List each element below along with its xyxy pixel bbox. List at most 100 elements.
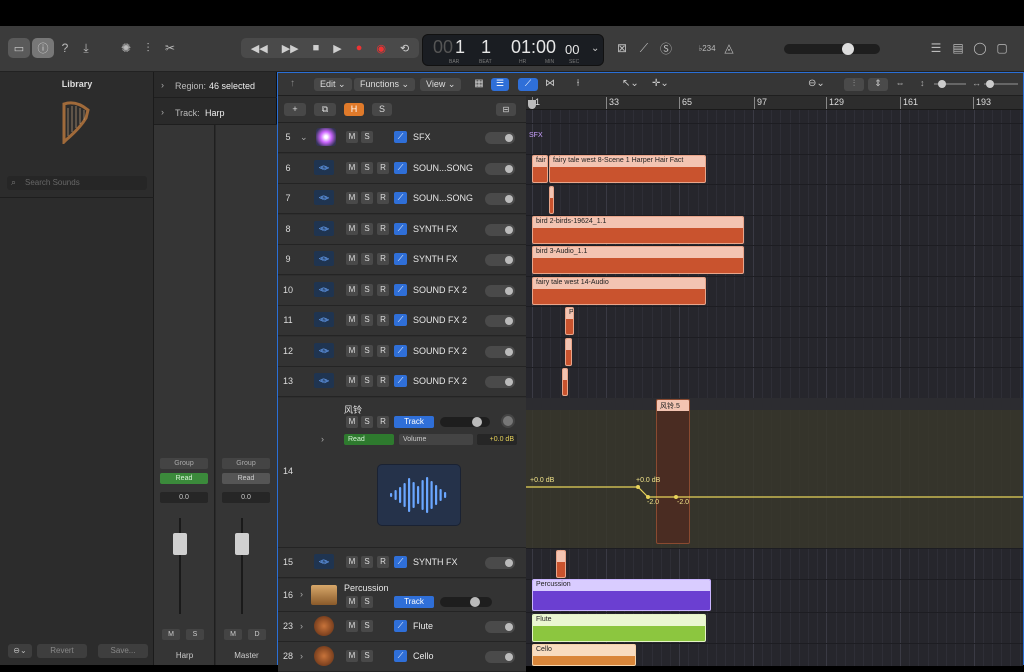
- play-icon[interactable]: ▶: [333, 42, 341, 55]
- mute-button[interactable]: M: [346, 314, 358, 326]
- track-header[interactable]: 16 › Percussion M S Track: [278, 578, 526, 612]
- mute-button[interactable]: M: [346, 192, 358, 204]
- solo-button[interactable]: S: [186, 629, 204, 640]
- track-on-off-toggle[interactable]: [485, 254, 515, 266]
- solo-button[interactable]: S: [361, 314, 373, 326]
- catch-icon[interactable]: ⍿: [568, 78, 588, 91]
- ruler[interactable]: 1 33 65 97 129 161 193: [526, 96, 1023, 110]
- track-header[interactable]: 13 ⫷⫸ M S R ⟋ SOUND FX 2: [278, 367, 526, 397]
- track-button[interactable]: Track: [394, 415, 434, 428]
- record-enable-button[interactable]: R: [377, 415, 389, 428]
- search-field[interactable]: ⌕ Search Sounds: [7, 176, 147, 190]
- horizontal-fit-icon[interactable]: ⇔: [890, 78, 910, 91]
- track-header[interactable]: 8 ⫷⫸ M S R ⟋ SYNTH FX: [278, 214, 526, 245]
- chevron-right-icon[interactable]: ›: [300, 621, 303, 631]
- mute-button[interactable]: M: [346, 415, 358, 428]
- slider-knob[interactable]: [986, 80, 994, 88]
- group-button[interactable]: Group: [160, 458, 208, 469]
- library-toggle-button[interactable]: ▭: [8, 38, 30, 58]
- solo-button[interactable]: S: [361, 344, 373, 357]
- playhead-marker[interactable]: [528, 100, 536, 109]
- track-on-off-toggle[interactable]: [485, 223, 515, 236]
- waveform-zoom-icon[interactable]: ⫶: [844, 78, 864, 91]
- automation-point[interactable]: [636, 485, 640, 489]
- track-button[interactable]: Track: [394, 595, 434, 608]
- solo-icon[interactable]: Ⓢ: [656, 39, 676, 57]
- record-icon[interactable]: ●: [356, 42, 363, 54]
- revert-button[interactable]: Revert: [37, 644, 87, 658]
- solo-button[interactable]: S: [361, 415, 373, 428]
- duplicate-track-icon[interactable]: ⧉: [314, 103, 336, 116]
- automation-toggle-icon[interactable]: ⟋: [394, 344, 407, 357]
- chevron-right-icon[interactable]: ›: [300, 651, 303, 661]
- help-icon[interactable]: ?: [55, 39, 75, 57]
- volume-value[interactable]: 0.0: [160, 492, 208, 503]
- inspector-toggle-button[interactable]: ⓘ: [32, 38, 54, 58]
- mute-button[interactable]: M: [346, 595, 358, 608]
- volume-fader-knob[interactable]: [235, 533, 249, 555]
- mute-button[interactable]: M: [346, 555, 358, 568]
- solo-button[interactable]: S: [361, 222, 373, 235]
- track-header[interactable]: 6 ⫷⫸ M S R ⟋ SOUN...SONG: [278, 153, 526, 184]
- save-button[interactable]: Save...: [98, 644, 148, 658]
- solo-button[interactable]: S: [361, 619, 373, 632]
- list-view-icon[interactable]: ☰: [491, 78, 509, 91]
- snap-menu-icon[interactable]: ⊖⌄: [808, 78, 834, 91]
- solo-button[interactable]: S: [361, 375, 373, 387]
- mute-button[interactable]: M: [346, 131, 358, 143]
- volume-slider-knob[interactable]: [470, 596, 480, 607]
- mute-button[interactable]: M: [346, 375, 358, 387]
- global-tracks-icon[interactable]: ⊟: [496, 103, 516, 116]
- automation-toggle-icon[interactable]: ⟋: [394, 314, 407, 326]
- mute-button[interactable]: M: [346, 253, 358, 265]
- scissors-icon[interactable]: ✂: [160, 39, 180, 57]
- functions-menu[interactable]: Functions ⌄: [354, 78, 416, 91]
- track-on-off-toggle[interactable]: [485, 315, 515, 327]
- tuner-icon[interactable]: ⟋: [634, 39, 654, 57]
- track-header[interactable]: 9 ⫷⫸ M S R ⟋ SYNTH FX: [278, 245, 526, 275]
- track-header[interactable]: 7 ⫷⫸ M S R ⟋ SOUN...SONG: [278, 184, 526, 214]
- mute-button[interactable]: M: [346, 222, 358, 235]
- automation-mode-menu[interactable]: Read: [344, 433, 394, 445]
- record-enable-button[interactable]: R: [377, 344, 389, 357]
- track-header[interactable]: 5 ⌄ M S ⟋ SFX: [278, 123, 526, 153]
- loops-icon[interactable]: ◯: [970, 39, 990, 57]
- solo-button[interactable]: S: [361, 161, 373, 174]
- track-header-expanded[interactable]: 14 风铃 M S R Track › Read Volume +0.0 dB: [278, 397, 526, 548]
- download-icon[interactable]: ⤓: [76, 39, 96, 57]
- slider-knob[interactable]: [938, 80, 946, 88]
- vertical-fit-icon[interactable]: ⇕: [868, 78, 888, 91]
- solo-button[interactable]: S: [361, 131, 373, 143]
- secondary-tool-icon[interactable]: ✛⌄: [652, 78, 678, 91]
- chevron-down-icon[interactable]: ⌄: [591, 43, 599, 54]
- chevron-right-icon[interactable]: ›: [300, 589, 303, 599]
- track-inspector-header[interactable]: › Track: Harp: [154, 99, 277, 125]
- solo-tracks-button[interactable]: S: [372, 103, 392, 116]
- track-on-off-toggle[interactable]: [485, 284, 515, 297]
- lcd-display[interactable]: 00 1 1 BAR BEAT 01:00 00 HR MIN SEC ⌄: [422, 34, 604, 66]
- track-header[interactable]: 28 › M S ⟋ Cello: [278, 642, 526, 672]
- record-enable-button[interactable]: R: [377, 222, 389, 235]
- volume-value[interactable]: 0.0: [222, 492, 270, 503]
- cycle-icon[interactable]: ⟲: [400, 42, 409, 55]
- automation-value[interactable]: +0.0 dB: [477, 433, 517, 445]
- solo-button[interactable]: S: [361, 555, 373, 568]
- horizontal-zoom-slider[interactable]: [984, 80, 1018, 88]
- edit-menu[interactable]: Edit ⌄: [314, 78, 352, 91]
- automation-toggle-icon[interactable]: ⟋: [394, 253, 407, 265]
- automation-mode-button[interactable]: Read: [160, 473, 208, 484]
- automation-parameter-menu[interactable]: Volume: [399, 433, 473, 445]
- record-enable-button[interactable]: R: [377, 555, 389, 568]
- track-header[interactable]: 23 › M S ⟋ Flute: [278, 611, 526, 642]
- automation-toggle-icon[interactable]: ⟋: [394, 161, 407, 174]
- mixer-icon[interactable]: ⫶: [138, 39, 158, 57]
- pointer-tool-icon[interactable]: ↖⌄: [622, 78, 648, 91]
- automation-toggle-icon[interactable]: ⟋: [394, 192, 407, 204]
- record-enable-button[interactable]: R: [377, 161, 389, 174]
- volume-slider[interactable]: [440, 596, 492, 607]
- vertical-zoom-slider[interactable]: [934, 80, 966, 88]
- automation-toggle-icon[interactable]: ⟋: [394, 222, 407, 235]
- mute-button[interactable]: M: [162, 629, 180, 640]
- record-enable-button[interactable]: R: [377, 283, 389, 296]
- hide-button[interactable]: H: [344, 103, 364, 116]
